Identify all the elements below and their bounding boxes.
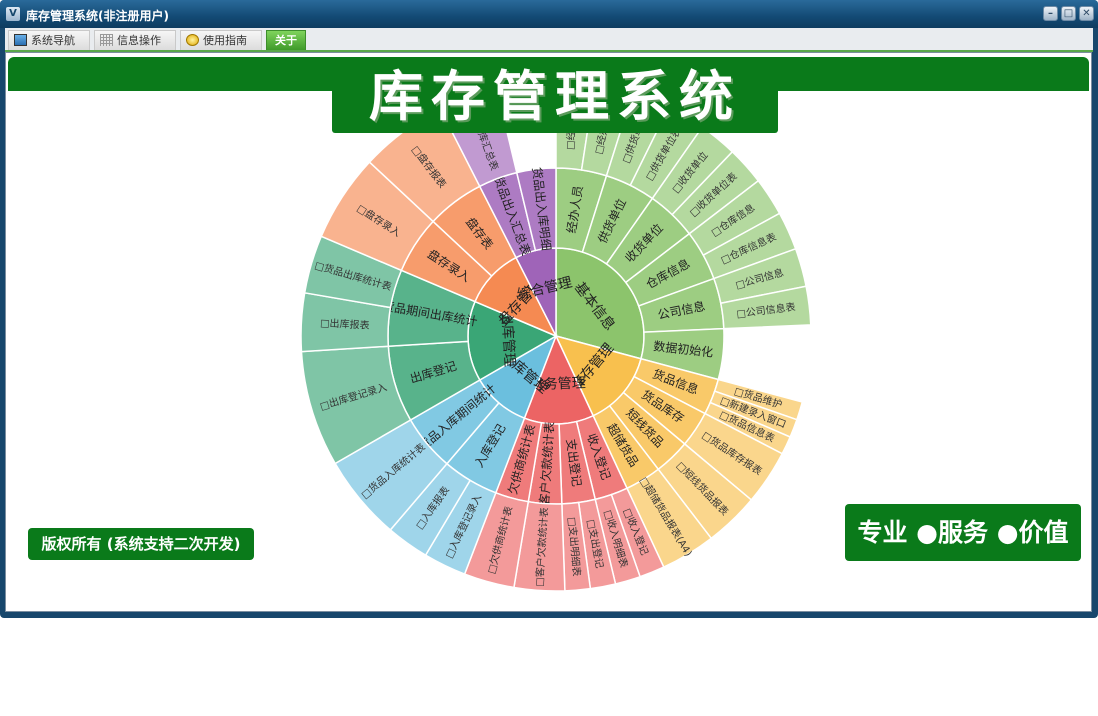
maximize-button[interactable]: □ [1061, 6, 1076, 21]
main-tab-bar: 系统导航 信息操作 使用指南 关于 [5, 28, 1093, 52]
tab-user-guide[interactable]: 使用指南 [180, 30, 262, 50]
close-button[interactable]: ✕ [1079, 6, 1094, 21]
tab-label: 系统导航 [31, 34, 75, 47]
tab-label: 关于 [275, 34, 297, 47]
tab-label: 使用指南 [203, 34, 247, 47]
copyright-badge: 版权所有 (系统支持二次开发) [28, 528, 254, 560]
app-window: V 库存管理系统(非注册用户) – □ ✕ 系统导航 信息操作 使用指南 关于 … [0, 0, 1098, 618]
tab-info-ops[interactable]: 信息操作 [94, 30, 176, 50]
title-bar: V 库存管理系统(非注册用户) – □ ✕ [0, 0, 1098, 28]
about-panel: 基本信息经办人员□经办人员□经办人员供货单位□供货单位□供货单位表收货单位□收货… [5, 52, 1092, 612]
window-title: 库存管理系统(非注册用户) [26, 9, 169, 23]
slogan-badge: 专业 ●服务 ●价值 [845, 504, 1081, 561]
tab-system-nav[interactable]: 系统导航 [8, 30, 90, 50]
grid-icon [100, 34, 113, 46]
tab-about[interactable]: 关于 [266, 30, 306, 50]
page-title: 库存管理系统 [332, 61, 778, 133]
app-icon: V [6, 7, 20, 21]
minimize-button[interactable]: – [1043, 6, 1058, 21]
tab-label: 信息操作 [117, 34, 161, 47]
guide-icon [186, 34, 199, 46]
monitor-icon [14, 34, 27, 46]
